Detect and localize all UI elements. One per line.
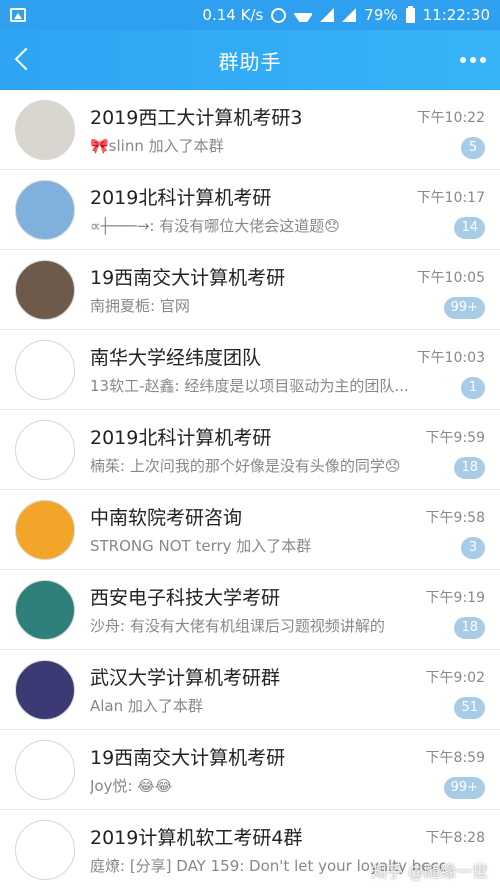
status-bar: 0.14 K/s 79% 11:22:30 bbox=[0, 0, 500, 30]
chat-time: 下午8:59 bbox=[425, 750, 485, 766]
chat-name: 西安电子科技大学考研 bbox=[90, 587, 281, 609]
group-avatar[interactable] bbox=[15, 740, 75, 800]
chat-name: 南华大学经纬度团队 bbox=[90, 347, 262, 369]
unread-badge: 1 bbox=[461, 377, 485, 399]
group-avatar[interactable] bbox=[15, 500, 75, 560]
chat-last-message: Joy悦: 😂😂 bbox=[90, 777, 173, 795]
chat-name: 2019西工大计算机考研3 bbox=[90, 107, 303, 129]
chat-time: 下午10:17 bbox=[416, 190, 485, 206]
chat-row[interactable]: 2019北科计算机考研 下午10:17 ∝┼───→: 有没有哪位大佬会这道题😞 14 bbox=[0, 170, 500, 250]
back-icon[interactable] bbox=[10, 45, 40, 75]
unread-badge: 5 bbox=[461, 137, 485, 159]
chat-name: 19西南交大计算机考研 bbox=[90, 267, 286, 289]
group-avatar[interactable] bbox=[15, 420, 75, 480]
group-avatar[interactable] bbox=[15, 100, 75, 160]
chat-last-message: 13软工-赵鑫: 经纬度是以项目驱动为主的团队... bbox=[90, 377, 409, 395]
chat-time: 下午8:28 bbox=[425, 830, 485, 846]
chat-row[interactable]: 19西南交大计算机考研 下午8:59 Joy悦: 😂😂 99+ bbox=[0, 730, 500, 810]
unread-badge: 18 bbox=[454, 457, 485, 479]
wifi-icon bbox=[294, 8, 312, 22]
chat-last-message: ∝┼───→: 有没有哪位大佬会这道题😞 bbox=[90, 217, 340, 235]
group-avatar[interactable] bbox=[15, 340, 75, 400]
chat-name: 2019北科计算机考研 bbox=[90, 187, 272, 209]
group-avatar[interactable] bbox=[15, 180, 75, 240]
chat-name: 2019北科计算机考研 bbox=[90, 427, 272, 449]
unread-badge: 99+ bbox=[443, 777, 485, 799]
watermark: 知乎 @随缘一世 bbox=[370, 862, 488, 881]
group-avatar[interactable] bbox=[15, 580, 75, 640]
chat-time: 下午9:58 bbox=[425, 510, 485, 526]
chat-last-message: STRONG NOT terry 加入了本群 bbox=[90, 537, 312, 555]
unread-badge: 51 bbox=[454, 697, 485, 719]
chat-last-message: 楠茱: 上次问我的那个好像是没有头像的同学😞 bbox=[90, 457, 401, 475]
chat-row[interactable]: 中南软院考研咨询 下午9:58 STRONG NOT terry 加入了本群 3 bbox=[0, 490, 500, 570]
chat-name: 中南软院考研咨询 bbox=[90, 507, 243, 529]
alarm-icon bbox=[271, 7, 287, 23]
signal-icon bbox=[320, 8, 335, 22]
group-avatar[interactable] bbox=[15, 660, 75, 720]
page-title: 群助手 bbox=[218, 49, 282, 74]
chat-row[interactable]: 19西南交大计算机考研 下午10:05 南拥夏栀: 官网 99+ bbox=[0, 250, 500, 330]
chat-row[interactable]: 西安电子科技大学考研 下午9:19 沙舟: 有没有大佬有机组课后习题视频讲解的 18 bbox=[0, 570, 500, 650]
battery-percent: 79% bbox=[364, 6, 398, 24]
unread-badge: 3 bbox=[461, 537, 485, 559]
chat-time: 下午9:02 bbox=[425, 670, 485, 686]
unread-badge: 18 bbox=[454, 617, 485, 639]
clock: 11:22:30 bbox=[422, 6, 490, 24]
chat-last-message: 🎀slinn 加入了本群 bbox=[90, 137, 224, 155]
chat-row[interactable]: 2019北科计算机考研 下午9:59 楠茱: 上次问我的那个好像是没有头像的同学😞 1… bbox=[0, 410, 500, 490]
network-speed: 0.14 K/s bbox=[202, 6, 264, 24]
battery-icon bbox=[405, 5, 415, 23]
unread-badge: 14 bbox=[454, 217, 485, 239]
chat-row[interactable]: 武汉大学计算机考研群 下午9:02 Alan 加入了本群 51 bbox=[0, 650, 500, 730]
chat-time: 下午10:03 bbox=[416, 350, 485, 366]
group-avatar[interactable] bbox=[15, 260, 75, 320]
chat-last-message: Alan 加入了本群 bbox=[90, 697, 203, 715]
image-notification-icon bbox=[10, 8, 26, 22]
chat-name: 2019计算机软工考研4群 bbox=[90, 827, 303, 849]
chat-name: 19西南交大计算机考研 bbox=[90, 747, 286, 769]
chat-row[interactable]: 2019西工大计算机考研3 下午10:22 🎀slinn 加入了本群 5 bbox=[0, 90, 500, 170]
chat-last-message: 南拥夏栀: 官网 bbox=[90, 297, 190, 315]
chat-name: 武汉大学计算机考研群 bbox=[90, 667, 281, 689]
chat-time: 下午9:19 bbox=[425, 590, 485, 606]
chat-list: 2019西工大计算机考研3 下午10:22 🎀slinn 加入了本群 5 2019北科计… bbox=[0, 90, 500, 888]
more-icon[interactable] bbox=[460, 52, 486, 68]
chat-last-message: 沙舟: 有没有大佬有机组课后习题视频讲解的 bbox=[90, 617, 385, 635]
unread-badge: 99+ bbox=[443, 297, 485, 319]
signal-2-icon bbox=[342, 8, 357, 22]
chat-time: 下午10:22 bbox=[416, 110, 485, 126]
chat-row[interactable]: 南华大学经纬度团队 下午10:03 13软工-赵鑫: 经纬度是以项目驱动为主的团队.… bbox=[0, 330, 500, 410]
group-avatar[interactable] bbox=[15, 820, 75, 880]
chat-time: 下午9:59 bbox=[425, 430, 485, 446]
title-bar: 群助手 bbox=[0, 30, 500, 90]
chat-time: 下午10:05 bbox=[416, 270, 485, 286]
